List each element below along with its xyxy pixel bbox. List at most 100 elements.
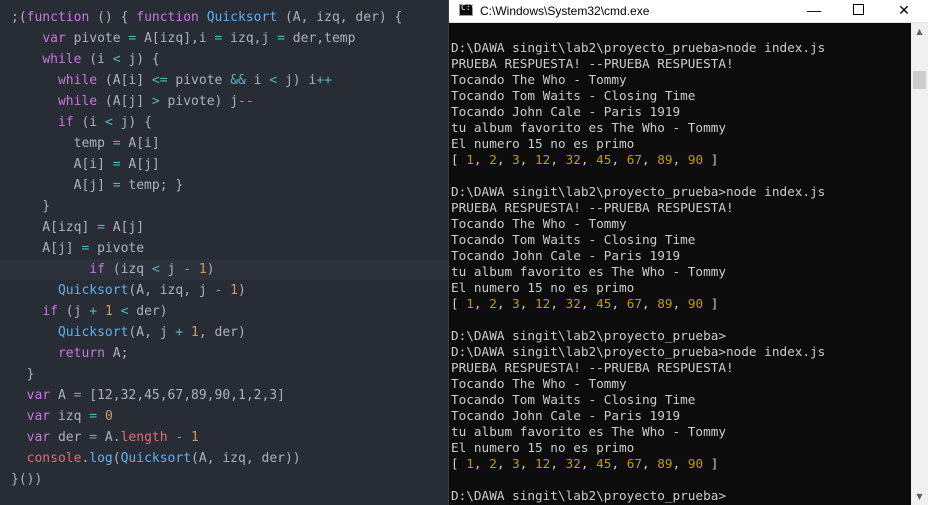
code-line[interactable]: A[j] = temp; } bbox=[0, 175, 448, 196]
code-token: der) bbox=[128, 304, 168, 319]
code-line[interactable]: while (A[j] > pivote) j-- bbox=[0, 91, 448, 112]
code-token: j) { bbox=[112, 115, 152, 130]
code-token: }()) bbox=[11, 472, 43, 487]
code-token: = bbox=[112, 178, 121, 193]
array-number: 2 bbox=[489, 456, 497, 471]
code-line[interactable]: console.log(Quicksort(A, izq, der)) bbox=[0, 448, 448, 469]
scrollbar[interactable]: ▲ ▼ bbox=[911, 23, 928, 505]
code-token: ) bbox=[238, 283, 246, 298]
code-token: = bbox=[112, 136, 121, 151]
array-number: 32 bbox=[565, 456, 581, 471]
code-line[interactable]: A[izq] = A[j] bbox=[0, 217, 448, 238]
code-token: (A[i] bbox=[97, 73, 152, 88]
code-line[interactable]: return A; bbox=[0, 343, 448, 364]
scroll-up-arrow-icon[interactable]: ▲ bbox=[911, 23, 928, 40]
array-number: 3 bbox=[512, 152, 520, 167]
code-token: j) i bbox=[277, 73, 317, 88]
code-token: Quicksort bbox=[57, 325, 129, 340]
code-token: (A, izq, der)) bbox=[191, 451, 301, 466]
code-token: pivote) j bbox=[159, 94, 239, 109]
code-token: der bbox=[50, 430, 90, 445]
array-number: 1 bbox=[466, 152, 474, 167]
code-token: A[i] bbox=[120, 136, 160, 151]
code-token: = bbox=[112, 157, 121, 172]
code-line[interactable]: ;(function () { function Quicksort (A, i… bbox=[0, 7, 448, 28]
code-line[interactable]: A[i] = A[j] bbox=[0, 154, 448, 175]
code-token: <= bbox=[151, 73, 168, 88]
code-line[interactable]: if (i < j) { bbox=[0, 112, 448, 133]
close-button[interactable]: ✕ bbox=[881, 0, 927, 22]
code-line[interactable]: Quicksort(A, j + 1, der) bbox=[0, 322, 448, 343]
code-token: A[j] bbox=[11, 178, 113, 193]
code-line[interactable]: var izq = 0 bbox=[0, 406, 448, 427]
terminal-line: Tocando John Cale - Paris 1919 bbox=[451, 104, 681, 119]
code-editor[interactable]: ;(function () { function Quicksort (A, i… bbox=[0, 0, 448, 505]
terminal-output[interactable]: D:\DAWA singit\lab2\proyecto_prueba>node… bbox=[451, 24, 909, 505]
code-token: } bbox=[11, 367, 35, 382]
code-token: j) { bbox=[120, 52, 160, 67]
cmd-icon: C:\ bbox=[459, 3, 475, 16]
code-line[interactable]: A[j] = pivote bbox=[0, 238, 448, 259]
scroll-down-arrow-icon[interactable]: ▼ bbox=[911, 488, 928, 505]
code-token: (A, j bbox=[128, 325, 176, 340]
code-line[interactable]: if (izq < j - 1) bbox=[0, 259, 448, 280]
terminal-line: Tocando John Cale - Paris 1919 bbox=[451, 408, 681, 423]
terminal-line: [ 1, 2, 3, 12, 32, 45, 67, 89, 90 ] bbox=[451, 456, 719, 471]
code-token: () { bbox=[89, 10, 137, 25]
window-titlebar[interactable]: C:\ C:\Windows\System32\cmd.exe — ✕ bbox=[449, 0, 928, 23]
terminal-line: D:\DAWA singit\lab2\proyecto_prueba>node… bbox=[451, 40, 826, 55]
array-number: 3 bbox=[512, 456, 520, 471]
code-token: izq,j bbox=[222, 31, 278, 46]
maximize-button[interactable] bbox=[835, 0, 881, 22]
array-number: 67 bbox=[626, 152, 643, 167]
code-line[interactable]: while (i < j) { bbox=[0, 49, 448, 70]
code-token: A[j] bbox=[120, 157, 160, 172]
code-token: log bbox=[89, 451, 113, 466]
terminal-line: [ 1, 2, 3, 12, 32, 45, 67, 89, 90 ] bbox=[451, 152, 719, 167]
window-title: C:\Windows\System32\cmd.exe bbox=[480, 4, 650, 18]
code-token: Quicksort bbox=[57, 283, 129, 298]
scroll-thumb[interactable] bbox=[913, 71, 926, 89]
code-line[interactable]: Quicksort(A, izq, j - 1) bbox=[0, 280, 448, 301]
code-line[interactable]: while (A[i] <= pivote && i < j) i++ bbox=[0, 70, 448, 91]
cmd-window[interactable]: C:\ C:\Windows\System32\cmd.exe — ✕ D:\D… bbox=[448, 0, 928, 505]
code-line[interactable]: }()) bbox=[0, 469, 448, 490]
code-line[interactable]: } bbox=[0, 196, 448, 217]
code-token: var bbox=[26, 409, 51, 424]
array-number: 2 bbox=[489, 296, 497, 311]
terminal-line: tu album favorito es The Who - Tommy bbox=[451, 264, 726, 279]
terminal-line: D:\DAWA singit\lab2\proyecto_prueba> bbox=[451, 488, 726, 503]
minimize-button[interactable]: — bbox=[791, 0, 837, 22]
code-line[interactable]: var der = A.length - 1 bbox=[0, 427, 448, 448]
array-number: 12 bbox=[535, 296, 551, 311]
array-number: 2 bbox=[489, 152, 497, 167]
code-token: && bbox=[230, 73, 246, 88]
code-token: function bbox=[26, 10, 90, 25]
terminal-line: Tocando Tom Waits - Closing Time bbox=[451, 88, 696, 103]
code-token: if bbox=[89, 262, 105, 277]
code-line[interactable]: if (j + 1 < der) bbox=[0, 301, 448, 322]
maximize-icon bbox=[852, 4, 864, 16]
code-token: (izq bbox=[104, 262, 152, 277]
code-token: = bbox=[89, 409, 98, 424]
terminal-line: El numero 15 no es primo bbox=[451, 136, 635, 151]
code-token: pivote bbox=[89, 241, 145, 256]
code-line[interactable]: var pivote = A[izq],i = izq,j = der,temp bbox=[0, 28, 448, 49]
code-token: , der) bbox=[198, 325, 246, 340]
code-line[interactable]: temp = A[i] bbox=[0, 133, 448, 154]
code-line[interactable]: var A = [12,32,45,67,89,90,1,2,3] bbox=[0, 385, 448, 406]
code-line[interactable]: } bbox=[0, 364, 448, 385]
code-token: (A, izq, j bbox=[128, 283, 215, 298]
code-token: 1 bbox=[104, 304, 113, 319]
